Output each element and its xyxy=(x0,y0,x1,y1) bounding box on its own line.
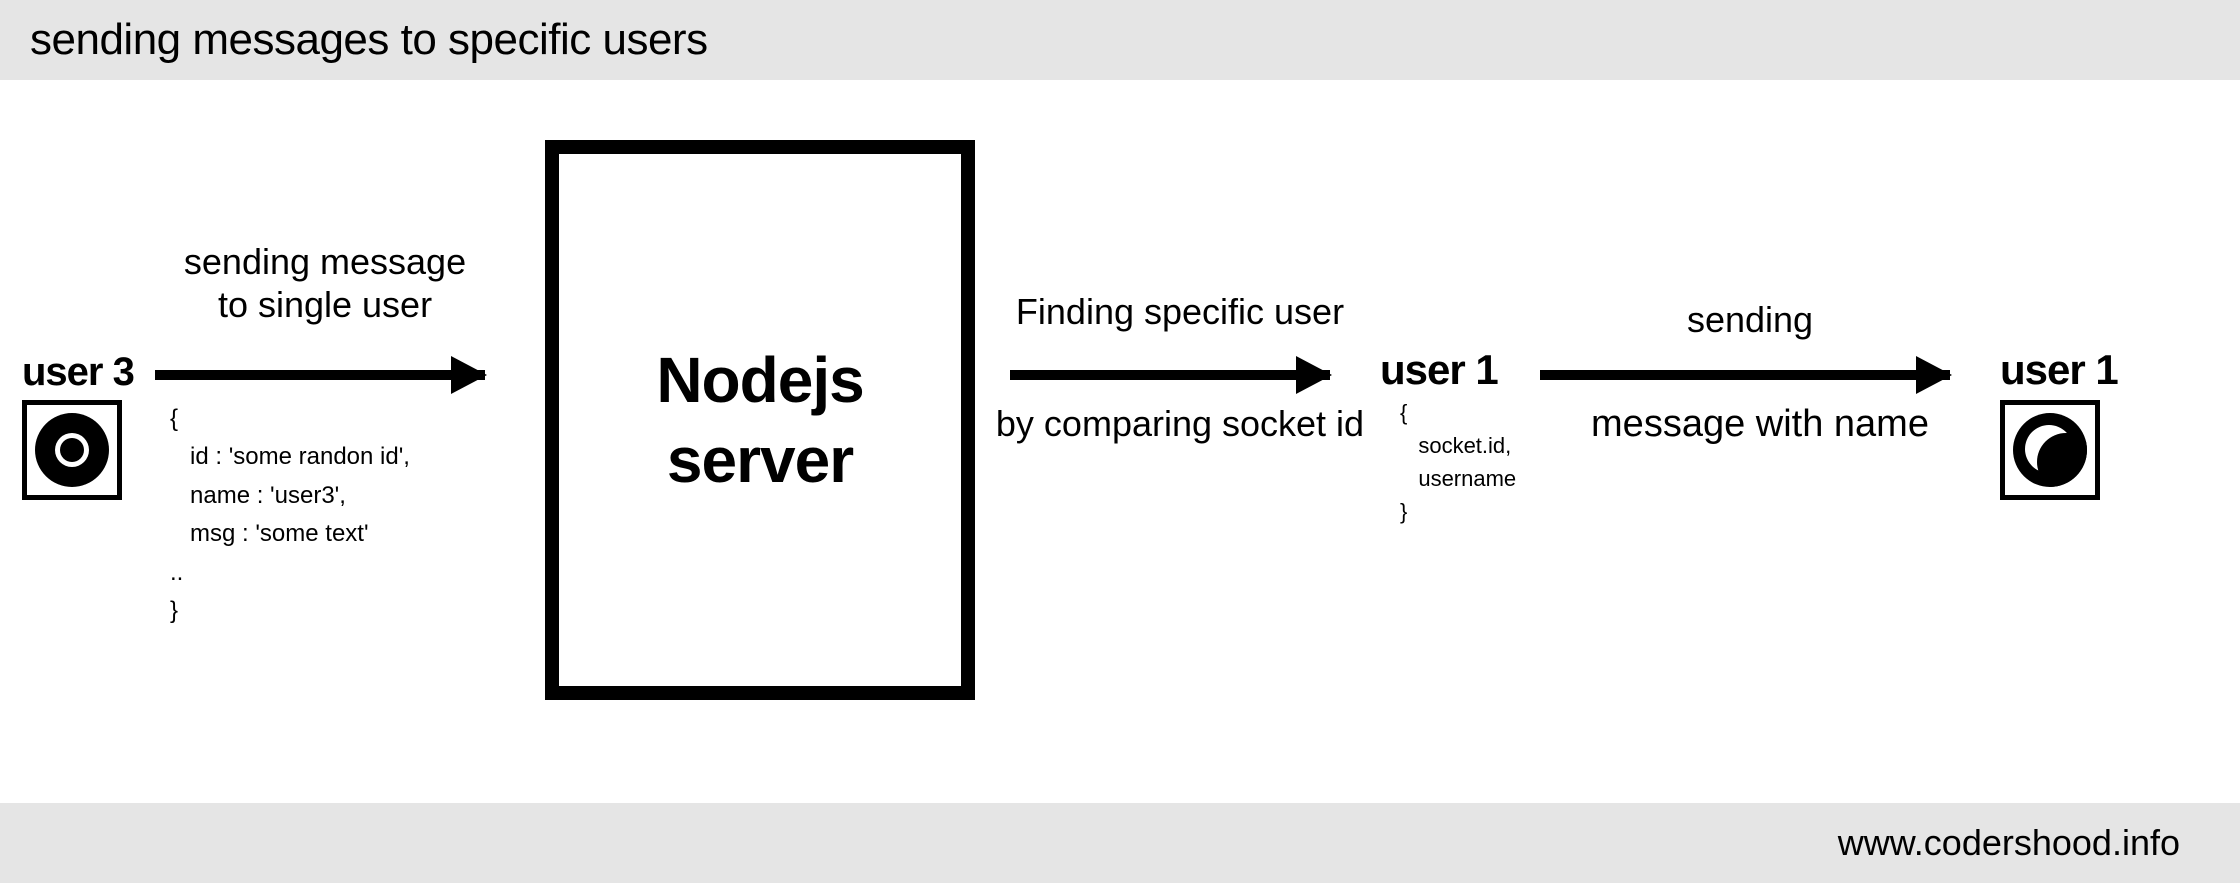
server-line1: Nodejs xyxy=(656,344,863,416)
arrow2 xyxy=(1010,370,1330,380)
user1-browser-box xyxy=(2000,400,2100,500)
arrow3-label-below: message with name xyxy=(1540,402,1980,448)
firefox-icon xyxy=(2013,413,2087,487)
arrow1-payload: { id : 'some randon id', name : 'user3',… xyxy=(170,400,410,630)
arrow1 xyxy=(155,370,485,380)
chrome-icon xyxy=(35,413,109,487)
footer-url: www.codershood.info xyxy=(1838,822,2180,864)
page-title: sending messages to specific users xyxy=(30,15,708,65)
arrow3-payload: { socket.id, username } xyxy=(1400,396,1516,528)
arrow3-label-above: sending xyxy=(1580,298,1920,341)
user3-browser-box xyxy=(22,400,122,500)
arrow3 xyxy=(1540,370,1950,380)
arrow2-label-below: by comparing socket id xyxy=(980,402,1380,445)
user3-label: user 3 xyxy=(22,350,134,395)
arrow2-label-above: Finding specific user xyxy=(1000,290,1360,333)
arrow1-label: sending message to single user xyxy=(155,240,495,326)
user1-right-label: user 1 xyxy=(2000,346,2118,394)
diagram-canvas: user 3 sending message to single user { … xyxy=(0,80,2240,803)
server-box: Nodejs server xyxy=(545,140,975,700)
header-bar: sending messages to specific users xyxy=(0,0,2240,80)
server-line2: server xyxy=(667,424,853,496)
user1-left-label: user 1 xyxy=(1380,346,1498,394)
footer-bar: www.codershood.info xyxy=(0,803,2240,883)
